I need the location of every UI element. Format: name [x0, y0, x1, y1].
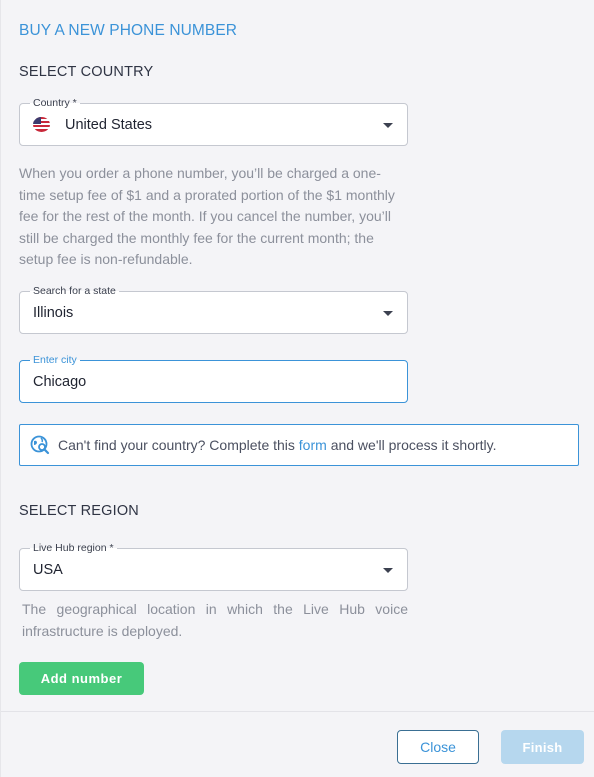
region-select-label: Live Hub region *: [30, 542, 117, 554]
country-select-value: United States: [65, 117, 153, 133]
select-country-heading: SELECT COUNTRY: [19, 64, 154, 80]
city-input[interactable]: Enter city Chicago: [19, 354, 408, 403]
state-select[interactable]: Search for a state Illinois: [19, 285, 408, 334]
city-input-label: Enter city: [30, 354, 80, 366]
select-region-heading: SELECT REGION: [19, 503, 139, 519]
footer-divider: [1, 711, 594, 712]
region-help-text: The geographical location in which the L…: [22, 601, 408, 639]
region-select[interactable]: Live Hub region * USA: [19, 542, 408, 591]
region-select-value: USA: [33, 562, 63, 578]
chevron-down-icon[interactable]: [383, 311, 393, 316]
page-title: BUY A NEW PHONE NUMBER: [19, 22, 238, 39]
globe-search-icon: [30, 435, 50, 455]
info-text-after: and we'll process it shortly.: [330, 437, 497, 453]
city-input-value[interactable]: Chicago: [33, 374, 86, 390]
us-flag-icon: [33, 117, 50, 132]
info-text-before: Can't find your country? Complete this: [58, 437, 295, 453]
close-button[interactable]: Close: [397, 730, 479, 764]
country-select[interactable]: Country * United States: [19, 97, 408, 146]
fee-notice-text: When you order a phone number, you’ll be…: [19, 165, 395, 268]
chevron-down-icon[interactable]: [383, 123, 393, 128]
state-select-value: Illinois: [33, 305, 74, 321]
add-number-button[interactable]: Add number: [19, 662, 144, 695]
finish-button[interactable]: Finish: [501, 730, 584, 764]
country-select-label: Country *: [30, 97, 80, 109]
country-request-form-link[interactable]: form: [299, 437, 327, 453]
missing-country-info-box: Can't find your country? Complete this f…: [19, 424, 579, 466]
missing-country-info-text: Can't find your country? Complete this f…: [58, 437, 497, 453]
chevron-down-icon[interactable]: [383, 568, 393, 573]
state-select-label: Search for a state: [30, 285, 119, 297]
buy-number-panel: BUY A NEW PHONE NUMBER SELECT COUNTRY Co…: [0, 0, 594, 777]
